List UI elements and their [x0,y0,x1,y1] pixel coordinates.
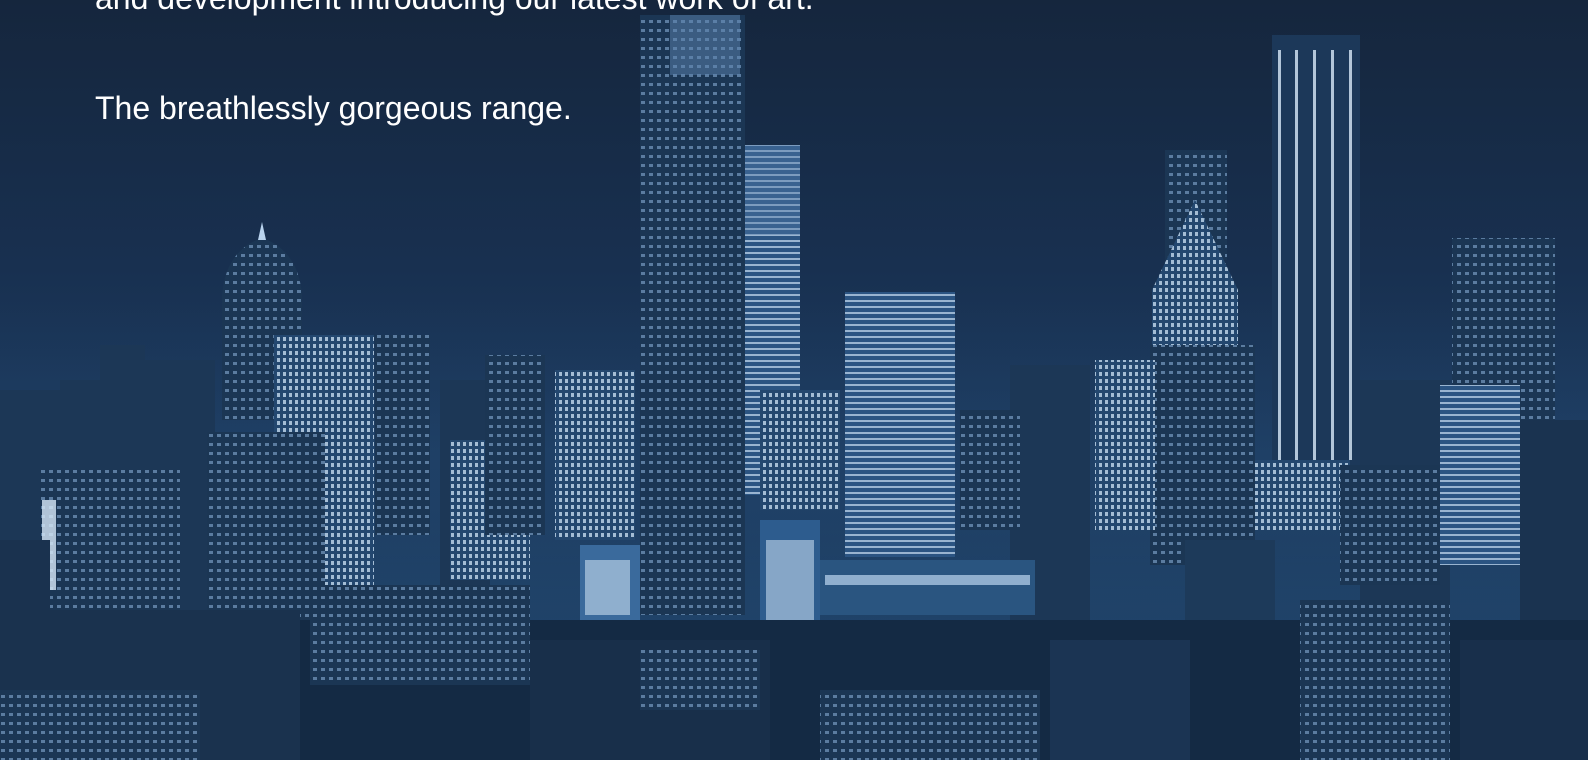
hero-tagline: The breathlessly gorgeous range. [95,90,572,126]
hero-intro-text: and development introducing our latest w… [95,0,814,18]
hero-section: and development introducing our latest w… [0,0,1588,760]
